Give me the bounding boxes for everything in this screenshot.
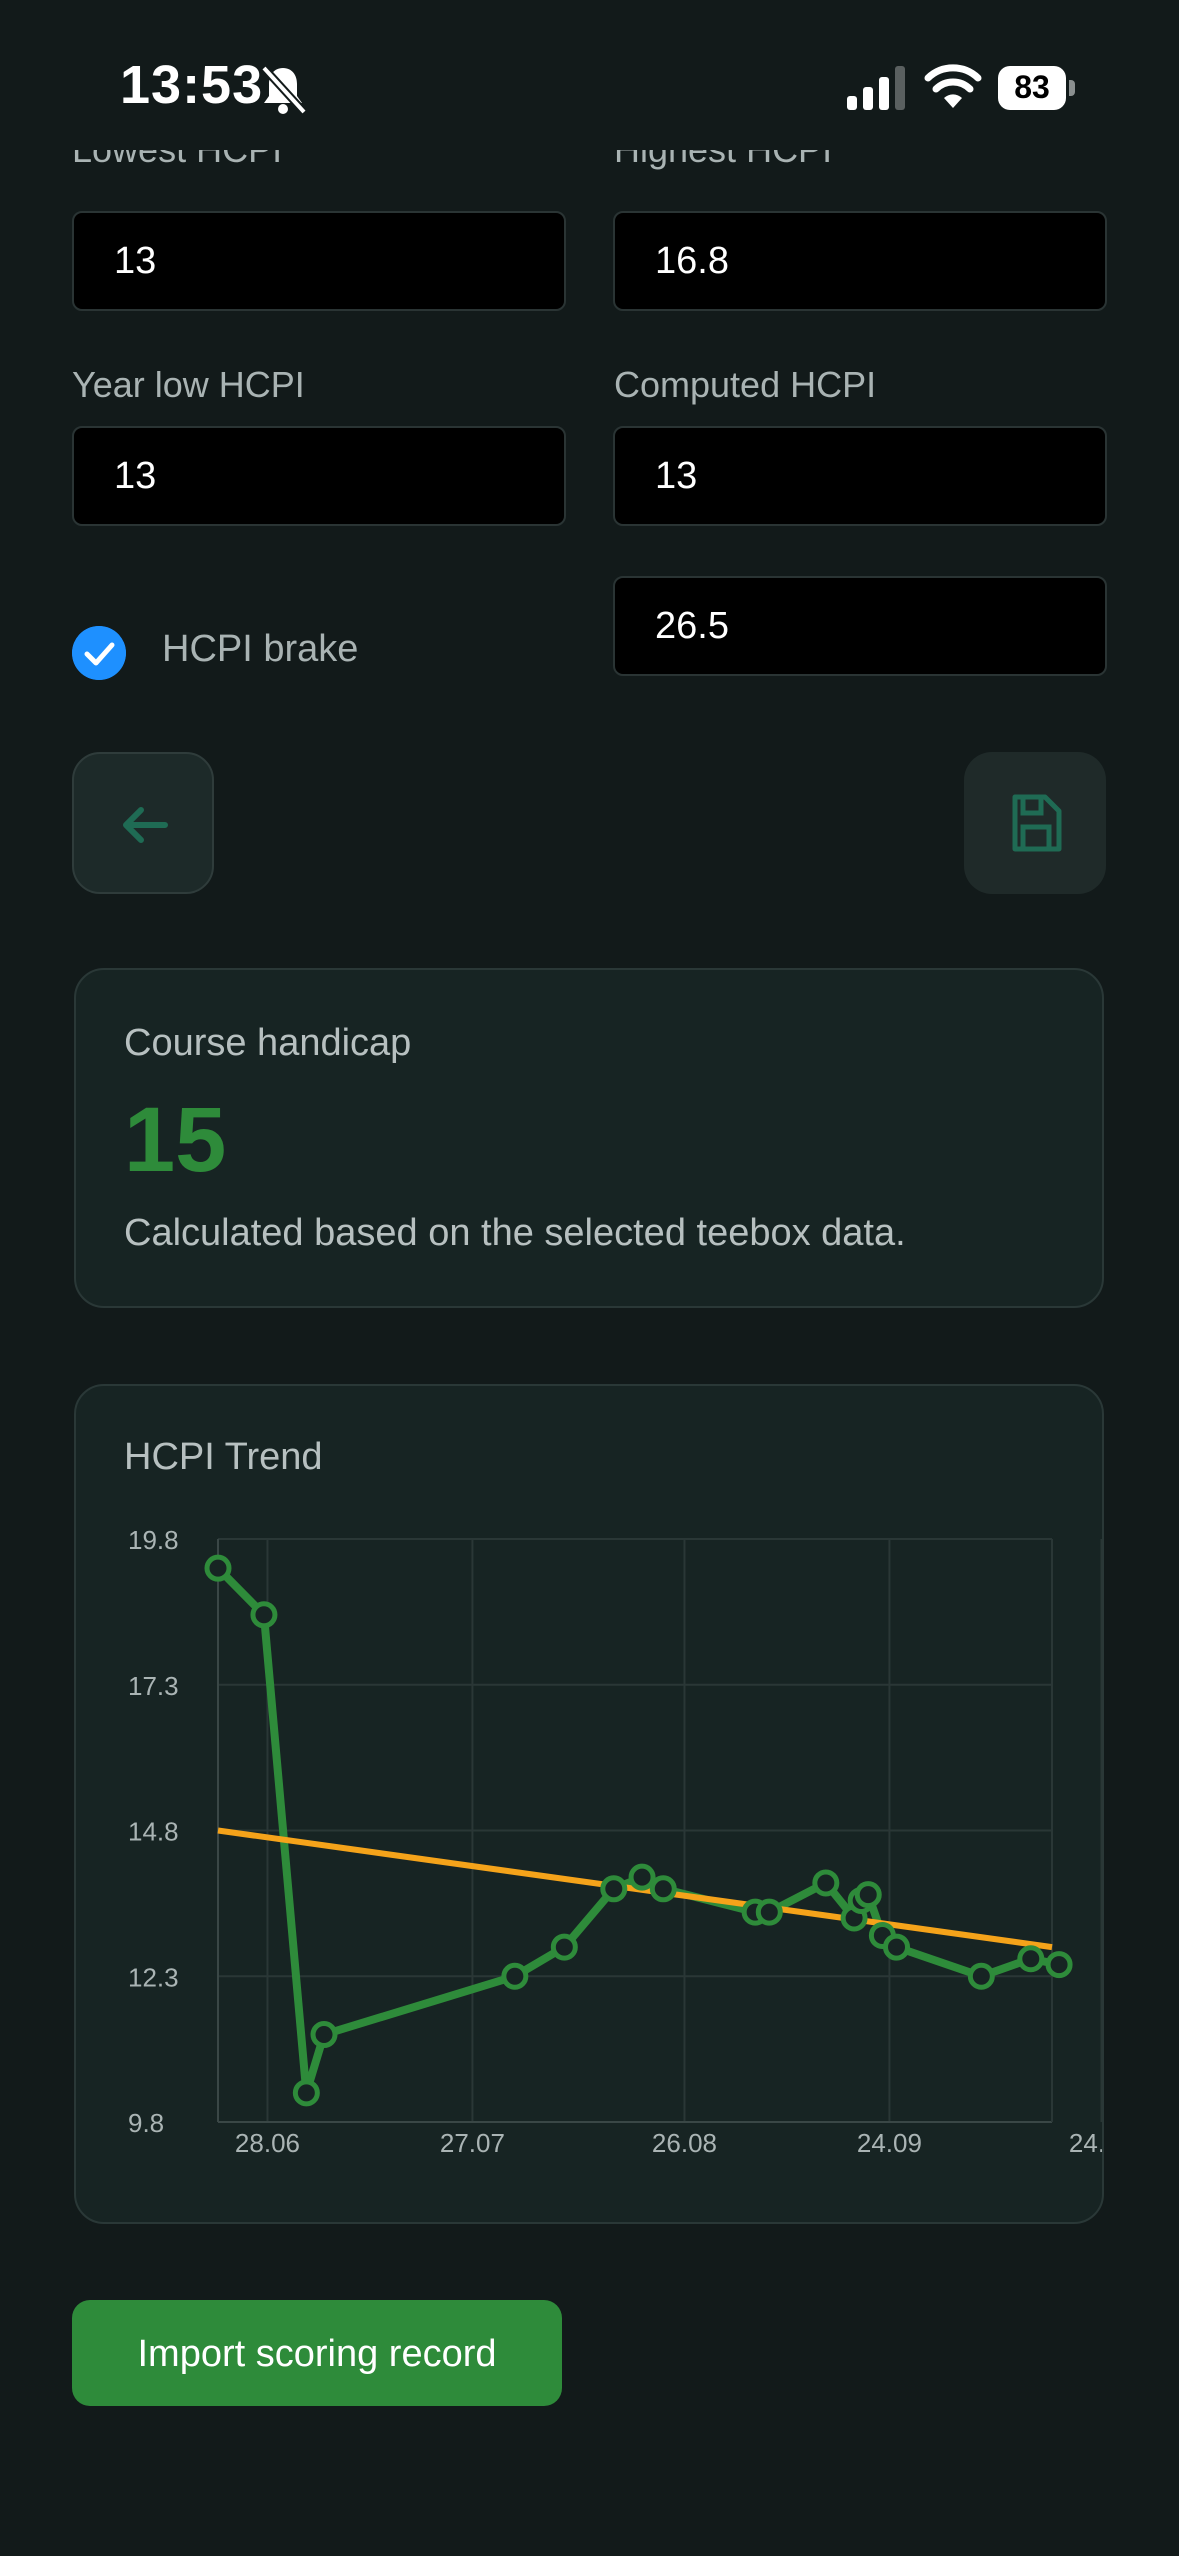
x-tick-label: 24.10 <box>1069 2128 1102 2158</box>
hcpi-data-point <box>600 1875 628 1903</box>
hcpi-data-point <box>812 1869 840 1897</box>
course-handicap-card: Course handicap 15 Calculated based on t… <box>74 968 1104 1308</box>
y-tick-label: 9.8 <box>128 2108 164 2138</box>
checkmark-icon <box>72 626 126 680</box>
wifi-icon <box>924 64 982 108</box>
y-tick-label: 17.3 <box>128 1671 179 1701</box>
highest-hcpi-label: Highest HCPI <box>614 150 832 186</box>
hcpi-data-point <box>854 1881 882 1909</box>
hcpi-trend-card: HCPI Trend 19.8 17.3 14.8 12.3 9.8 28.06 27.07… <box>74 1384 1104 2224</box>
extra-value-input[interactable]: 26.5 <box>613 576 1107 676</box>
computed-hcpi-input[interactable]: 13 <box>613 426 1107 526</box>
hcpi-data-point <box>204 1554 232 1582</box>
x-tick-label: 27.07 <box>440 2128 505 2158</box>
hcpi-data-point <box>1017 1945 1045 1973</box>
year-low-hcpi-label: Year low HCPI <box>72 364 305 405</box>
hcpi-data-point <box>1045 1951 1073 1979</box>
hcpi-data-point <box>310 2021 338 2049</box>
hcpi-trend-chart: 19.8 17.3 14.8 12.3 9.8 28.06 27.07 26.08 24.09 2… <box>128 1525 1102 2158</box>
year-low-hcpi-input[interactable]: 13 <box>72 426 566 526</box>
lowest-hcpi-label: Lowest HCPI <box>72 150 282 186</box>
hcpi-data-point <box>755 1898 783 1926</box>
status-bar: 13:53 83 <box>0 0 1179 170</box>
battery-level: 83 <box>1014 69 1050 105</box>
x-tick-label: 24.09 <box>857 2128 922 2158</box>
import-scoring-record-button[interactable]: Import scoring record <box>72 2300 562 2406</box>
y-tick-label: 14.8 <box>128 1817 179 1847</box>
course-handicap-title: Course handicap <box>124 1022 412 1064</box>
hcpi-data-point <box>883 1933 911 1961</box>
y-tick-label: 12.3 <box>128 1962 179 1992</box>
course-handicap-value: 15 <box>124 1089 227 1191</box>
hcpi-data-point <box>628 1863 656 1891</box>
hcpi-brake-label: HCPI brake <box>162 628 359 670</box>
back-button[interactable] <box>72 752 214 894</box>
course-handicap-description: Calculated based on the selected teebox … <box>124 1212 906 1254</box>
save-icon <box>1012 794 1062 852</box>
hcpi-data-point <box>250 1601 278 1629</box>
bell-muted-icon <box>261 65 307 115</box>
computed-hcpi-label: Computed HCPI <box>614 364 877 405</box>
hcpi-data-point <box>967 1962 995 1990</box>
highest-hcpi-input[interactable]: 16.8 <box>613 211 1107 311</box>
save-button[interactable] <box>964 752 1106 894</box>
x-tick-label: 26.08 <box>652 2128 717 2158</box>
hcpi-data-point <box>649 1875 677 1903</box>
trend-line <box>217 1827 1053 1951</box>
hcpi-data-point <box>292 2079 320 2107</box>
status-time: 13:53 <box>120 55 264 115</box>
x-tick-label: 28.06 <box>235 2128 300 2158</box>
battery-icon: 83 <box>998 66 1076 110</box>
hcpi-data-point <box>501 1962 529 1990</box>
hcpi-data-point <box>550 1933 578 1961</box>
arrow-left-icon <box>123 807 168 843</box>
cellular-signal-icon <box>847 66 905 110</box>
y-tick-label: 19.8 <box>128 1525 179 1555</box>
lowest-hcpi-input[interactable]: 13 <box>72 211 566 311</box>
